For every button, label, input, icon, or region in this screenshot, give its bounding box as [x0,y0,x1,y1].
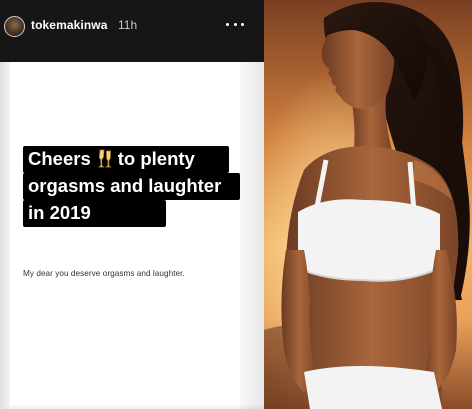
screenshot-card [10,62,240,409]
quote-text: My dear you deserve orgasms and laughter… [23,269,185,278]
caption-line-1-start: Cheers [28,148,91,169]
story-body [0,62,264,409]
caption-line-2: orgasms and laughter [23,173,240,200]
more-options-icon[interactable] [226,19,244,29]
photo-illustration [264,0,472,409]
profile-avatar[interactable] [4,16,25,37]
caption-line-3: in 2019 [23,200,166,227]
caption-line-1: Cheers to plenty [23,146,229,173]
story-timestamp: 11h [118,18,138,32]
caption-line-1-end: to plenty [117,148,195,169]
story-username[interactable]: tokemakinwa [31,18,107,32]
champagne-glasses-icon [97,149,112,168]
instagram-story: tokemakinwa 11h My dear you deserve orga… [0,0,264,409]
sunset-portrait-photo [264,0,472,409]
story-header: tokemakinwa 11h [0,0,264,62]
card-shadow [10,403,264,409]
